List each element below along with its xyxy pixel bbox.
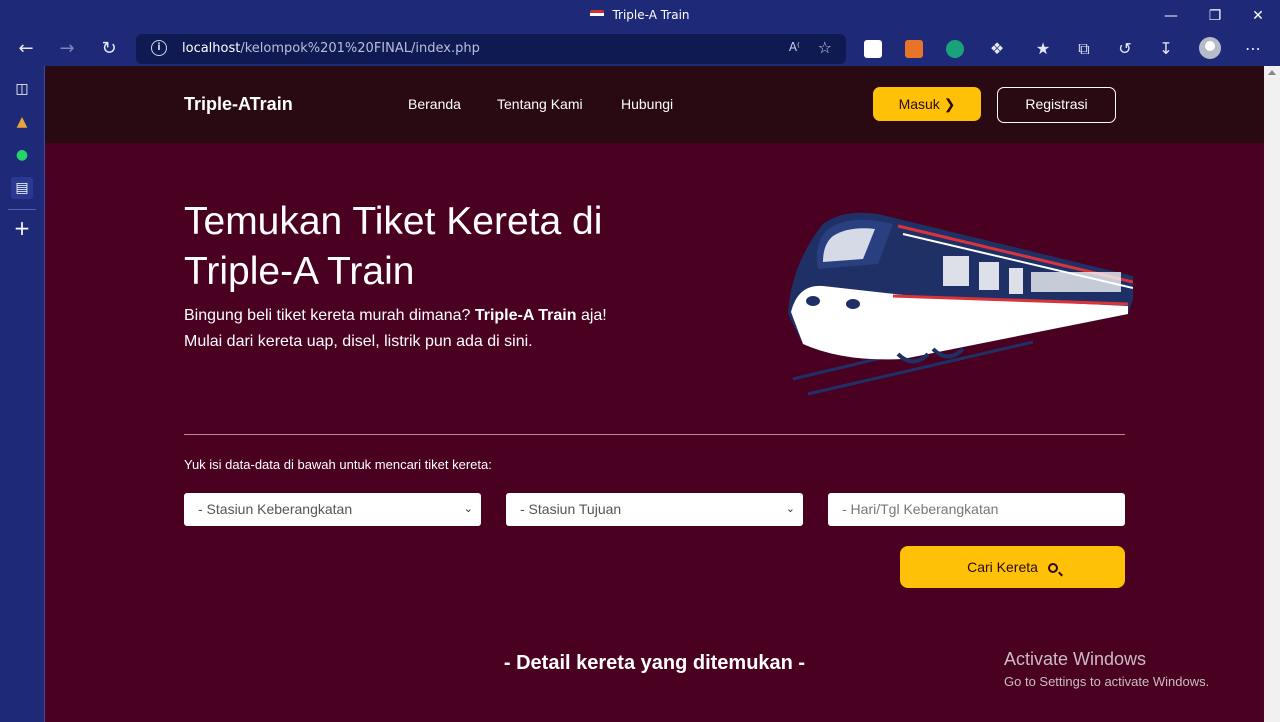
profile-avatar[interactable]: [1199, 37, 1221, 59]
settings-more-icon[interactable]: ⋯: [1240, 36, 1266, 62]
train-illustration: [788, 212, 1133, 396]
register-button[interactable]: Registrasi: [997, 87, 1116, 123]
chevron-right-icon: ❯: [943, 96, 956, 112]
page-scrollbar[interactable]: [1264, 66, 1280, 722]
search-icon: [1047, 563, 1058, 573]
browser-sidebar: ◫ ▲ ● ▤ +: [0, 66, 45, 722]
window-title: Triple-A Train: [612, 8, 690, 22]
refresh-button[interactable]: ↻: [95, 36, 123, 62]
scroll-up-arrow-icon[interactable]: [1268, 70, 1276, 75]
page-viewport: Triple-ATrain Beranda Tentang Kami Hubun…: [45, 66, 1280, 722]
add-favorite-icon[interactable]: ☆: [818, 38, 832, 57]
extension-chatgpt-icon[interactable]: [946, 40, 964, 58]
nav-link-beranda[interactable]: Beranda: [408, 96, 461, 112]
collections-icon[interactable]: ⧉: [1071, 36, 1097, 62]
extension-translate-icon[interactable]: [905, 40, 923, 58]
restore-button[interactable]: ❐: [1197, 4, 1233, 28]
destination-station-select[interactable]: - Stasiun Tujuan ⌄: [506, 493, 803, 526]
extensions-icon[interactable]: ❖: [984, 36, 1010, 62]
train-favicon-icon: [590, 10, 605, 20]
nav-link-tentang-kami[interactable]: Tentang Kami: [497, 96, 583, 112]
chevron-down-icon: ⌄: [785, 503, 795, 515]
active-tab-train-icon[interactable]: ▤: [11, 177, 33, 199]
tab-actions-icon[interactable]: ◫: [11, 78, 33, 100]
url-text[interactable]: localhost/kelompok%201%20FINAL/index.php: [182, 41, 480, 56]
hero-title: Temukan Tiket Kereta di Triple-A Train: [184, 200, 603, 293]
extension-upload-icon[interactable]: [864, 40, 882, 58]
downloads-icon[interactable]: ↧: [1153, 36, 1179, 62]
site-navbar: Triple-ATrain Beranda Tentang Kami Hubun…: [45, 66, 1264, 143]
read-aloud-icon[interactable]: A⁽: [789, 40, 800, 54]
close-button[interactable]: ✕: [1240, 4, 1276, 28]
back-button[interactable]: ←: [12, 36, 40, 62]
window-titlebar: Triple-A Train — ❐ ✕: [0, 0, 1280, 32]
nav-link-hubungi[interactable]: Hubungi: [621, 96, 673, 112]
search-train-button[interactable]: Cari Kereta: [900, 546, 1125, 588]
section-divider: [184, 434, 1125, 435]
forward-button[interactable]: →: [53, 36, 81, 62]
brand-logo[interactable]: Triple-ATrain: [184, 94, 293, 115]
favorites-icon[interactable]: ★: [1030, 36, 1056, 62]
activate-windows-watermark: Activate Windows Go to Settings to activ…: [1004, 649, 1210, 689]
departure-date-input[interactable]: - Hari/Tgl Keberangkatan: [828, 493, 1125, 526]
address-bar[interactable]: i localhost/kelompok%201%20FINAL/index.p…: [136, 34, 846, 64]
new-tab-icon[interactable]: +: [11, 217, 33, 239]
login-button[interactable]: Masuk ❯: [873, 87, 981, 121]
minimize-button[interactable]: —: [1153, 4, 1189, 28]
chevron-down-icon: ⌄: [463, 503, 473, 515]
departure-station-select[interactable]: - Stasiun Keberangkatan ⌄: [184, 493, 481, 526]
search-form-label: Yuk isi data-data di bawah untuk mencari…: [184, 457, 492, 472]
history-icon[interactable]: ↺: [1112, 36, 1138, 62]
site-info-icon[interactable]: i: [151, 40, 167, 56]
sidebar-app-icon[interactable]: ▲: [11, 111, 33, 133]
whatsapp-icon[interactable]: ●: [11, 144, 33, 166]
sidebar-divider: [8, 209, 36, 210]
hero-subtitle: Bingung beli tiket kereta murah dimana? …: [184, 307, 607, 350]
